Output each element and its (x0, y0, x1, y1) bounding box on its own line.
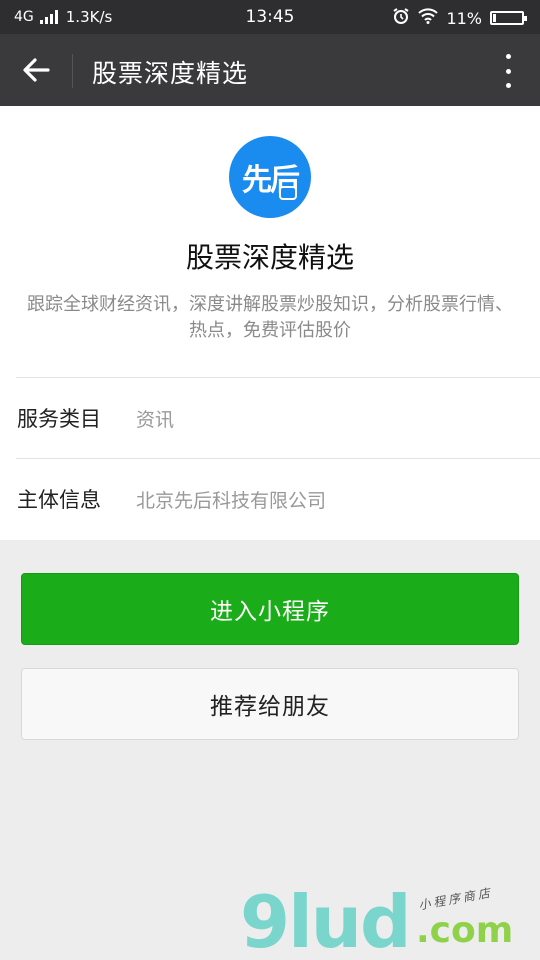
battery-icon (490, 11, 527, 25)
entity-info-value: 北京先后科技有限公司 (136, 490, 327, 512)
divider (16, 377, 540, 378)
divider (16, 458, 540, 459)
status-bar: 4G 1.3K/s 13:45 11% (0, 0, 540, 34)
recommend-to-friend-button[interactable]: 推荐给朋友 (21, 668, 519, 740)
mini-program-name: 股票深度精选 (185, 241, 354, 274)
watermark-brand: 9lud (240, 880, 412, 960)
more-vertical-icon (505, 54, 511, 88)
mini-program-description: 跟踪全球财经资讯，深度讲解股票炒股知识，分析股票行情、热点，免费评估股价 (27, 294, 513, 341)
entity-info-label: 主体信息 (17, 488, 101, 512)
battery-percent: 11% (446, 8, 482, 28)
app-bar-divider (72, 54, 73, 88)
watermark-domain: .com (416, 910, 514, 951)
service-category-label: 服务类目 (17, 407, 101, 431)
mini-program-info-card: 先后 股票深度精选 跟踪全球财经资讯，深度讲解股票炒股知识，分析股票行情、热点，… (0, 106, 540, 540)
app-bar: 股票深度精选 (0, 34, 540, 106)
watermark-tagline: 小程序商店 (417, 885, 494, 913)
page-title: 股票深度精选 (92, 59, 249, 88)
more-button[interactable] (498, 54, 518, 88)
status-bar-right: 11% (392, 7, 527, 29)
arrow-left-icon (23, 58, 50, 82)
chat-bubble-icon (279, 186, 297, 200)
service-category-value: 资讯 (136, 409, 175, 431)
mini-program-logo: 先后 (229, 136, 311, 218)
wifi-icon (418, 8, 439, 28)
alarm-icon (392, 7, 410, 29)
back-button[interactable] (16, 52, 56, 88)
watermark-logo: 9lud 小程序商店 .com (240, 884, 530, 960)
enter-mini-program-button[interactable]: 进入小程序 (21, 573, 519, 645)
